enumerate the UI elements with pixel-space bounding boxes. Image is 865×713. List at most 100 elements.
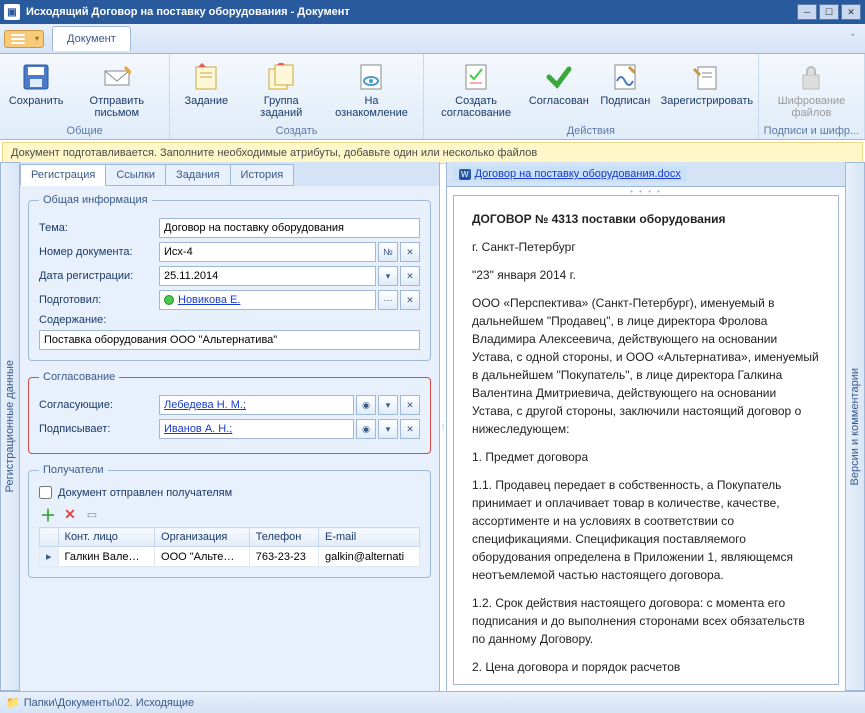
col-org[interactable]: Организация bbox=[155, 528, 250, 547]
approvers-dropdown-button[interactable]: ▾ bbox=[378, 395, 398, 415]
delete-row-button[interactable]: ✕ bbox=[61, 505, 79, 523]
side-tab-right[interactable]: Версии и комментарии bbox=[845, 162, 865, 691]
sent-checkbox-row[interactable]: Документ отправлен получателям bbox=[39, 486, 420, 499]
content-input[interactable] bbox=[39, 330, 420, 350]
encrypt-button: Шифрование файлов bbox=[763, 58, 860, 122]
card-button[interactable]: ▭ bbox=[83, 505, 101, 523]
approvers-clear-button[interactable]: ✕ bbox=[400, 395, 420, 415]
review-label: На ознакомление bbox=[331, 95, 412, 119]
signed-button[interactable]: Подписан bbox=[593, 58, 657, 122]
file-name: Договор на поставку оборудования.docx bbox=[475, 168, 681, 180]
signer-label: Подписывает: bbox=[39, 423, 159, 435]
lock-icon bbox=[795, 61, 827, 93]
side-tab-left[interactable]: Регистрационные данные bbox=[0, 162, 20, 691]
col-email[interactable]: E-mail bbox=[318, 528, 419, 547]
create-approval-button[interactable]: Создать согласование bbox=[428, 58, 524, 122]
col-phone[interactable]: Телефон bbox=[249, 528, 318, 547]
signer-clear-button[interactable]: ✕ bbox=[400, 419, 420, 439]
create-approval-label: Создать согласование bbox=[435, 95, 517, 119]
registration-panel: Общая информация Тема: Номер документа: … bbox=[20, 186, 439, 691]
date-dropdown-button[interactable]: ▾ bbox=[378, 266, 398, 286]
approval-legend: Согласование bbox=[39, 371, 119, 383]
tab-document[interactable]: Документ bbox=[52, 26, 131, 51]
prepared-label: Подготовил: bbox=[39, 294, 159, 306]
review-icon bbox=[355, 61, 387, 93]
splitter-horizontal[interactable]: • • • • bbox=[447, 187, 845, 195]
maximize-button[interactable]: ☐ bbox=[819, 4, 839, 20]
doc-s1: 1. Предмет договора bbox=[472, 448, 820, 466]
task-icon bbox=[190, 61, 222, 93]
date-label: Дата регистрации: bbox=[39, 270, 159, 282]
file-link[interactable]: W Договор на поставку оборудования.docx bbox=[453, 166, 687, 182]
create-approval-icon bbox=[460, 61, 492, 93]
approvers-status-button[interactable]: ◉ bbox=[356, 395, 376, 415]
save-icon bbox=[20, 61, 52, 93]
doc-s2: 2. Цена договора и порядок расчетов bbox=[472, 658, 820, 676]
cell-phone[interactable]: 763-23-23 bbox=[249, 547, 318, 567]
doc-p1: ООО «Перспектива» (Санкт-Петербург), име… bbox=[472, 294, 820, 438]
info-bar: Документ подготавливается. Заполните нео… bbox=[2, 142, 863, 164]
signed-label: Подписан bbox=[600, 95, 650, 107]
recipients-legend: Получатели bbox=[39, 464, 108, 476]
task-group-icon bbox=[265, 61, 297, 93]
minimize-button[interactable]: ─ bbox=[797, 4, 817, 20]
task-button[interactable]: Задание bbox=[174, 58, 238, 122]
date-clear-button[interactable]: ✕ bbox=[400, 266, 420, 286]
tab-tasks[interactable]: Задания bbox=[165, 164, 230, 186]
approved-label: Согласован bbox=[529, 95, 589, 107]
add-row-button[interactable]: ＋ bbox=[39, 505, 57, 523]
topic-input[interactable] bbox=[159, 218, 420, 238]
col-contact[interactable]: Конт. лицо bbox=[58, 528, 155, 547]
approval-group: Согласование Согласующие: Лебедева Н. М.… bbox=[28, 371, 431, 454]
tab-links[interactable]: Ссылки bbox=[105, 164, 166, 186]
document-preview[interactable]: ДОГОВОР № 4313 поставки оборудования г. … bbox=[453, 195, 839, 685]
prepared-clear-button[interactable]: ✕ bbox=[400, 290, 420, 310]
cell-org[interactable]: ООО "Альте… bbox=[155, 547, 250, 567]
tab-history[interactable]: История bbox=[230, 164, 295, 186]
doc-p2: 1.1. Продавец передает в собственность, … bbox=[472, 476, 820, 584]
mail-icon bbox=[101, 61, 133, 93]
breadcrumb[interactable]: Папки\Документы\02. Исходящие bbox=[24, 697, 194, 709]
table-row[interactable]: ▸ Галкин Вале… ООО "Альте… 763-23-23 gal… bbox=[40, 547, 420, 567]
sent-checkbox[interactable] bbox=[39, 486, 52, 499]
docnum-clear-button[interactable]: ✕ bbox=[400, 242, 420, 262]
ribbon-collapse-icon[interactable]: ˇ bbox=[845, 31, 861, 47]
date-input[interactable] bbox=[159, 266, 376, 286]
side-tab-left-label: Регистрационные данные bbox=[4, 360, 16, 492]
window-title: Исходящий Договор на поставку оборудован… bbox=[26, 6, 797, 18]
approvers-link[interactable]: Лебедева Н. М.; bbox=[159, 395, 354, 415]
ribbon-group-sign: Подписи и шифр... bbox=[763, 123, 860, 137]
review-button[interactable]: На ознакомление bbox=[324, 58, 419, 122]
register-button[interactable]: Зарегистрировать bbox=[657, 58, 753, 122]
word-icon: W bbox=[459, 169, 471, 180]
signed-icon bbox=[609, 61, 641, 93]
doc-p3: 1.2. Срок действия настоящего договора: … bbox=[472, 594, 820, 648]
docnum-generate-button[interactable]: № bbox=[378, 242, 398, 262]
prepared-value: Новикова Е. bbox=[178, 294, 240, 306]
signer-dropdown-button[interactable]: ▾ bbox=[378, 419, 398, 439]
docnum-label: Номер документа: bbox=[39, 246, 159, 258]
signer-status-button[interactable]: ◉ bbox=[356, 419, 376, 439]
encrypt-label: Шифрование файлов bbox=[770, 95, 853, 119]
approvers-label: Согласующие: bbox=[39, 399, 159, 411]
doc-city: г. Санкт-Петербург bbox=[472, 238, 820, 256]
docnum-input[interactable] bbox=[159, 242, 376, 262]
cell-email[interactable]: galkin@alternati bbox=[318, 547, 419, 567]
hamburger-icon bbox=[11, 33, 25, 45]
ribbon-group-general: Общие bbox=[4, 123, 165, 137]
app-menu-button[interactable] bbox=[4, 30, 44, 48]
cell-contact[interactable]: Галкин Вале… bbox=[58, 547, 155, 567]
prepared-browse-button[interactable]: ⋯ bbox=[378, 290, 398, 310]
close-button[interactable]: ✕ bbox=[841, 4, 861, 20]
approved-button[interactable]: Согласован bbox=[524, 58, 593, 122]
save-button[interactable]: Сохранить bbox=[4, 58, 68, 122]
general-info-group: Общая информация Тема: Номер документа: … bbox=[28, 194, 431, 361]
recipients-table: Конт. лицо Организация Телефон E-mail ▸ … bbox=[39, 527, 420, 567]
signer-link[interactable]: Иванов А. Н.; bbox=[159, 419, 354, 439]
prepared-link[interactable]: Новикова Е. bbox=[159, 290, 376, 310]
tab-registration[interactable]: Регистрация bbox=[20, 164, 106, 186]
send-mail-button[interactable]: Отправить письмом bbox=[68, 58, 165, 122]
general-info-legend: Общая информация bbox=[39, 194, 152, 206]
task-group-button[interactable]: Группа заданий bbox=[238, 58, 324, 122]
register-icon bbox=[690, 61, 722, 93]
